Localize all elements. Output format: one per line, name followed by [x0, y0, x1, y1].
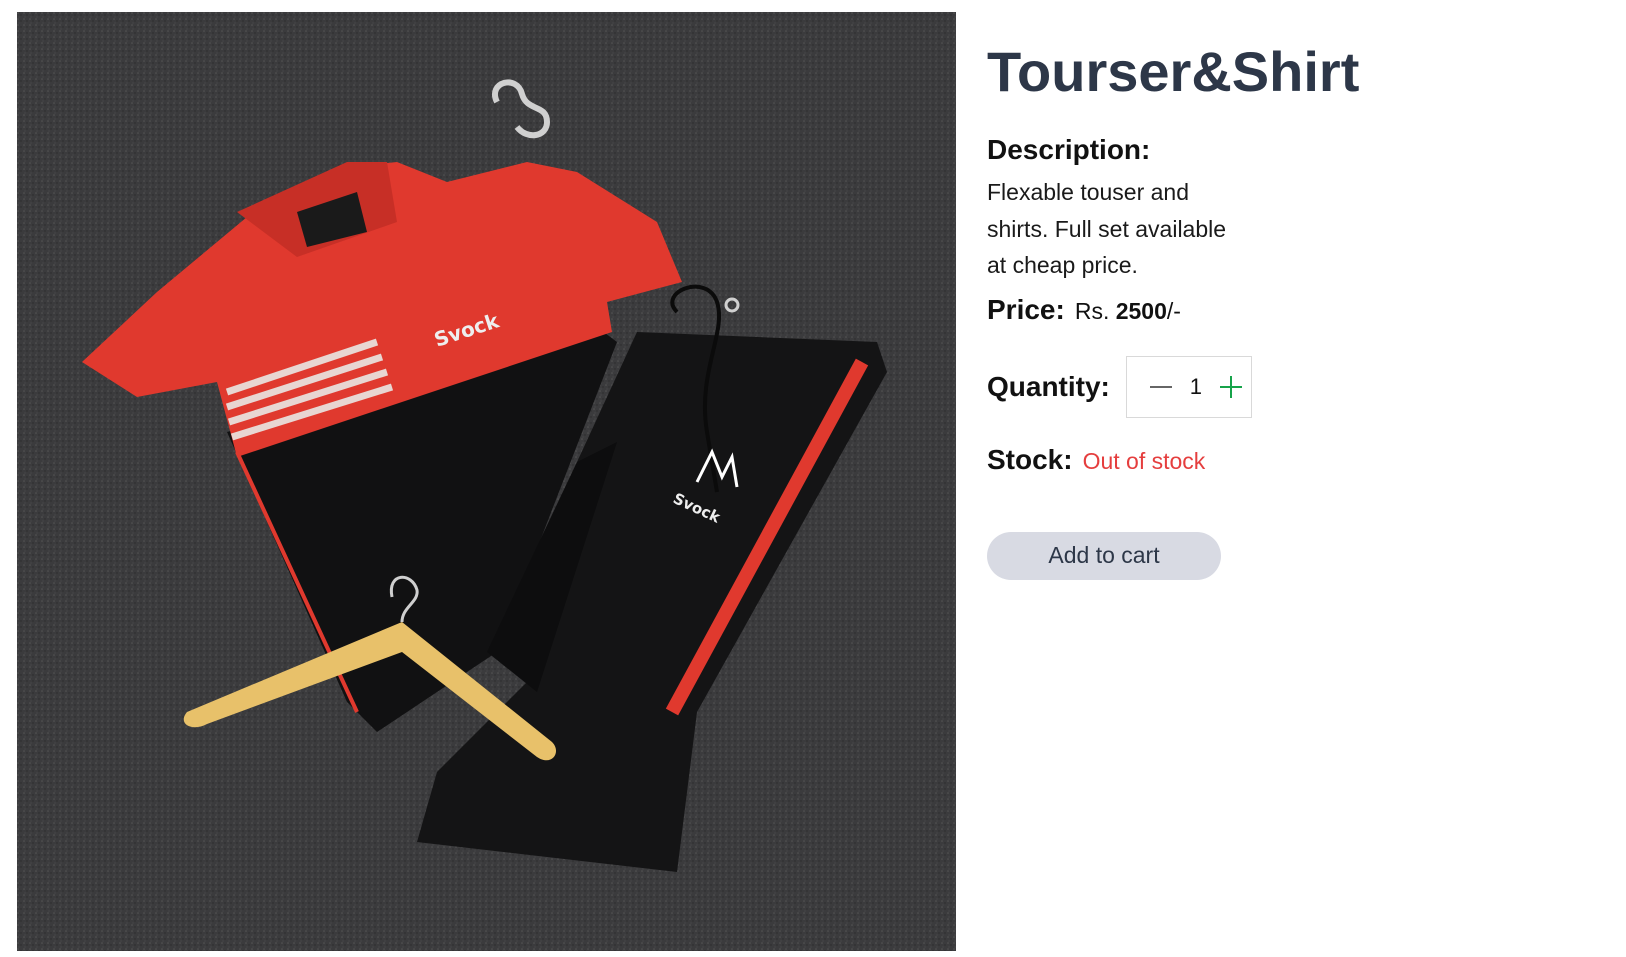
price-amount: 2500 — [1115, 297, 1167, 324]
price-currency: Rs. — [1074, 297, 1110, 324]
stock-status: Out of stock — [1082, 447, 1206, 474]
stock-row: Stock: Out of stock — [987, 444, 1587, 476]
plus-icon — [1219, 375, 1242, 398]
quantity-row: Quantity: 1 — [987, 355, 1587, 418]
price-row: Price: Rs. 2500/- — [987, 294, 1587, 326]
quantity-value: 1 — [1189, 373, 1203, 399]
price-suffix: /- — [1166, 297, 1181, 324]
add-to-cart-button[interactable]: Add to cart — [987, 531, 1221, 580]
product-details: Tourser&Shirt Description: Flexable tous… — [987, 40, 1587, 580]
quantity-stepper: 1 — [1125, 355, 1252, 418]
price-label: Price: — [987, 293, 1065, 325]
product-page: Svock Svock Tourser&Shirt Description: F… — [0, 0, 1626, 957]
stock-label: Stock: — [987, 443, 1073, 475]
product-image: Svock Svock — [17, 12, 956, 951]
increase-quantity-button[interactable] — [1215, 371, 1247, 403]
product-title: Tourser&Shirt — [987, 40, 1360, 103]
quantity-label: Quantity: — [987, 370, 1110, 402]
product-photo-illustration: Svock Svock — [17, 12, 956, 951]
decrease-quantity-button[interactable] — [1145, 371, 1177, 403]
description-label: Description: — [987, 134, 1151, 165]
minus-icon — [1149, 385, 1172, 388]
price-value: Rs. 2500/- — [1075, 298, 1181, 325]
description-text: Flexable touser and shirts. Full set ava… — [987, 179, 1227, 278]
